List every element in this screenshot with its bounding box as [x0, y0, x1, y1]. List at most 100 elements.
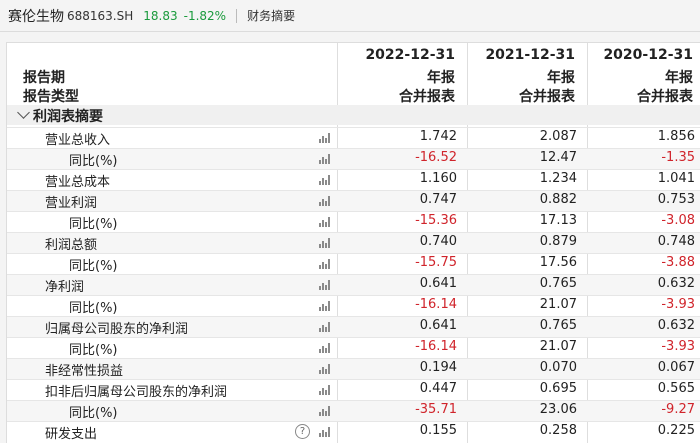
cell-value: 0.879	[539, 234, 577, 249]
cell-value: 23.06	[539, 402, 577, 417]
column-type: 合并报表	[637, 89, 693, 105]
cell-value: -3.93	[661, 297, 695, 312]
label-report-type: 报告类型	[23, 89, 79, 105]
section-income-statement[interactable]: 利润表摘要	[7, 105, 700, 125]
cell-value: 0.740	[419, 234, 457, 249]
bar-chart-icon[interactable]	[319, 364, 330, 374]
table-row[interactable]: 利润总额 0.740 0.879 0.748	[7, 232, 700, 253]
table-row[interactable]: 研发支出? 0.155 0.258 0.225	[7, 421, 700, 442]
cell-value: 0.765	[539, 318, 577, 333]
column-header-2021[interactable]: 2021-12-31 年报 合并报表	[467, 43, 575, 105]
table-row[interactable]: 营业利润 0.747 0.882 0.753	[7, 190, 700, 211]
cell-value: -3.88	[661, 255, 695, 270]
cell-value: 21.07	[539, 339, 577, 354]
bar-chart-icon[interactable]	[319, 175, 330, 185]
bar-chart-icon[interactable]	[319, 322, 330, 332]
cell-value: 17.56	[539, 255, 577, 270]
cell-value: -15.36	[415, 213, 457, 228]
cell-value: -1.35	[661, 150, 695, 165]
cell-value: 0.748	[657, 234, 695, 249]
cell-value: -16.14	[415, 297, 457, 312]
row-label: 营业总收入	[45, 133, 111, 148]
table-row[interactable]: 营业总成本 1.160 1.234 1.041	[7, 169, 700, 190]
row-label: 同比(%)	[69, 406, 118, 421]
cell-value: 21.07	[539, 297, 577, 312]
cell-value: 1.234	[539, 171, 577, 186]
bar-chart-icon[interactable]	[319, 259, 330, 269]
row-label: 扣非后归属母公司股东的净利润	[45, 385, 228, 400]
table-row[interactable]: 同比(%) -35.71 23.06 -9.27	[7, 400, 700, 421]
help-circle-icon[interactable]: ?	[295, 424, 310, 439]
cell-value: -35.71	[415, 402, 457, 417]
row-label: 同比(%)	[69, 301, 118, 316]
bar-chart-icon[interactable]	[319, 406, 330, 416]
column-type: 合并报表	[519, 89, 575, 105]
row-label: 同比(%)	[69, 217, 118, 232]
column-type: 合并报表	[399, 89, 455, 105]
cell-value: 0.747	[419, 192, 457, 207]
column-date: 2020-12-31	[603, 47, 693, 63]
cell-value: -15.75	[415, 255, 457, 270]
cell-value: 0.225	[657, 423, 695, 438]
company-name[interactable]: 赛伦生物	[8, 6, 64, 26]
bar-chart-icon[interactable]	[319, 343, 330, 353]
cell-value: -9.27	[661, 402, 695, 417]
cell-value: -3.08	[661, 213, 695, 228]
row-label: 非经常性损益	[45, 364, 124, 379]
bar-chart-icon[interactable]	[319, 196, 330, 206]
tab-financial-summary[interactable]: 财务摘要	[247, 7, 295, 24]
cell-value: 0.258	[539, 423, 577, 438]
cell-value: -16.52	[415, 150, 457, 165]
row-label: 营业利润	[45, 196, 98, 211]
table-row[interactable]: 非经常性损益 0.194 0.070 0.067	[7, 358, 700, 379]
cell-value: 17.13	[539, 213, 577, 228]
row-label: 研发支出	[45, 427, 98, 442]
column-period: 年报	[427, 70, 455, 86]
table-row[interactable]: 营业总收入 1.742 2.087 1.856	[7, 127, 700, 148]
bar-chart-icon[interactable]	[319, 133, 330, 143]
cell-value: 0.447	[419, 381, 457, 396]
cell-value: 0.632	[657, 276, 695, 291]
row-label: 归属母公司股东的净利润	[45, 322, 189, 337]
cell-value: -16.14	[415, 339, 457, 354]
cell-value: 12.47	[539, 150, 577, 165]
column-period: 年报	[665, 70, 693, 86]
bar-chart-icon[interactable]	[319, 301, 330, 311]
cell-value: 0.565	[657, 381, 695, 396]
row-label: 利润总额	[45, 238, 98, 253]
table-row[interactable]: 同比(%) -15.36 17.13 -3.08	[7, 211, 700, 232]
cell-value: -3.93	[661, 339, 695, 354]
stock-code: 688163.SH	[67, 8, 134, 23]
column-header-2022[interactable]: 2022-12-31 年报 合并报表	[337, 43, 455, 105]
row-label: 营业总成本	[45, 175, 111, 190]
table-row[interactable]: 净利润 0.641 0.765 0.632	[7, 274, 700, 295]
cell-value: 0.753	[657, 192, 695, 207]
section-title: 利润表摘要	[33, 109, 103, 125]
row-label: 净利润	[45, 280, 85, 295]
column-header-2020[interactable]: 2020-12-31 年报 合并报表	[587, 43, 693, 105]
bar-chart-icon[interactable]	[319, 154, 330, 164]
bar-chart-icon[interactable]	[319, 385, 330, 395]
table-row[interactable]: 同比(%) -16.14 21.07 -3.93	[7, 337, 700, 358]
bar-chart-icon[interactable]	[319, 238, 330, 248]
row-label: 同比(%)	[69, 259, 118, 274]
bar-chart-icon[interactable]	[319, 280, 330, 290]
table-row[interactable]: 同比(%) -16.52 12.47 -1.35	[7, 148, 700, 169]
cell-value: 0.641	[419, 318, 457, 333]
label-report-period: 报告期	[23, 70, 65, 86]
stock-price: 18.83	[143, 8, 178, 23]
cell-value: 1.160	[419, 171, 457, 186]
table-row[interactable]: 归属母公司股东的净利润 0.641 0.765 0.632	[7, 316, 700, 337]
cell-value: 0.695	[539, 381, 577, 396]
price-change: -1.82%	[183, 8, 227, 23]
table-row[interactable]: 扣非后归属母公司股东的净利润 0.447 0.695 0.565	[7, 379, 700, 400]
cell-value: 0.155	[419, 423, 457, 438]
cell-value: 1.856	[657, 129, 695, 144]
table-row[interactable]: 同比(%) -15.75 17.56 -3.88	[7, 253, 700, 274]
bar-chart-icon[interactable]	[319, 217, 330, 227]
table-row[interactable]: 同比(%) -16.14 21.07 -3.93	[7, 295, 700, 316]
chevron-down-icon[interactable]	[17, 106, 30, 119]
cell-value: 0.070	[539, 360, 577, 375]
bar-chart-icon[interactable]	[319, 427, 330, 437]
cell-value: 0.882	[539, 192, 577, 207]
